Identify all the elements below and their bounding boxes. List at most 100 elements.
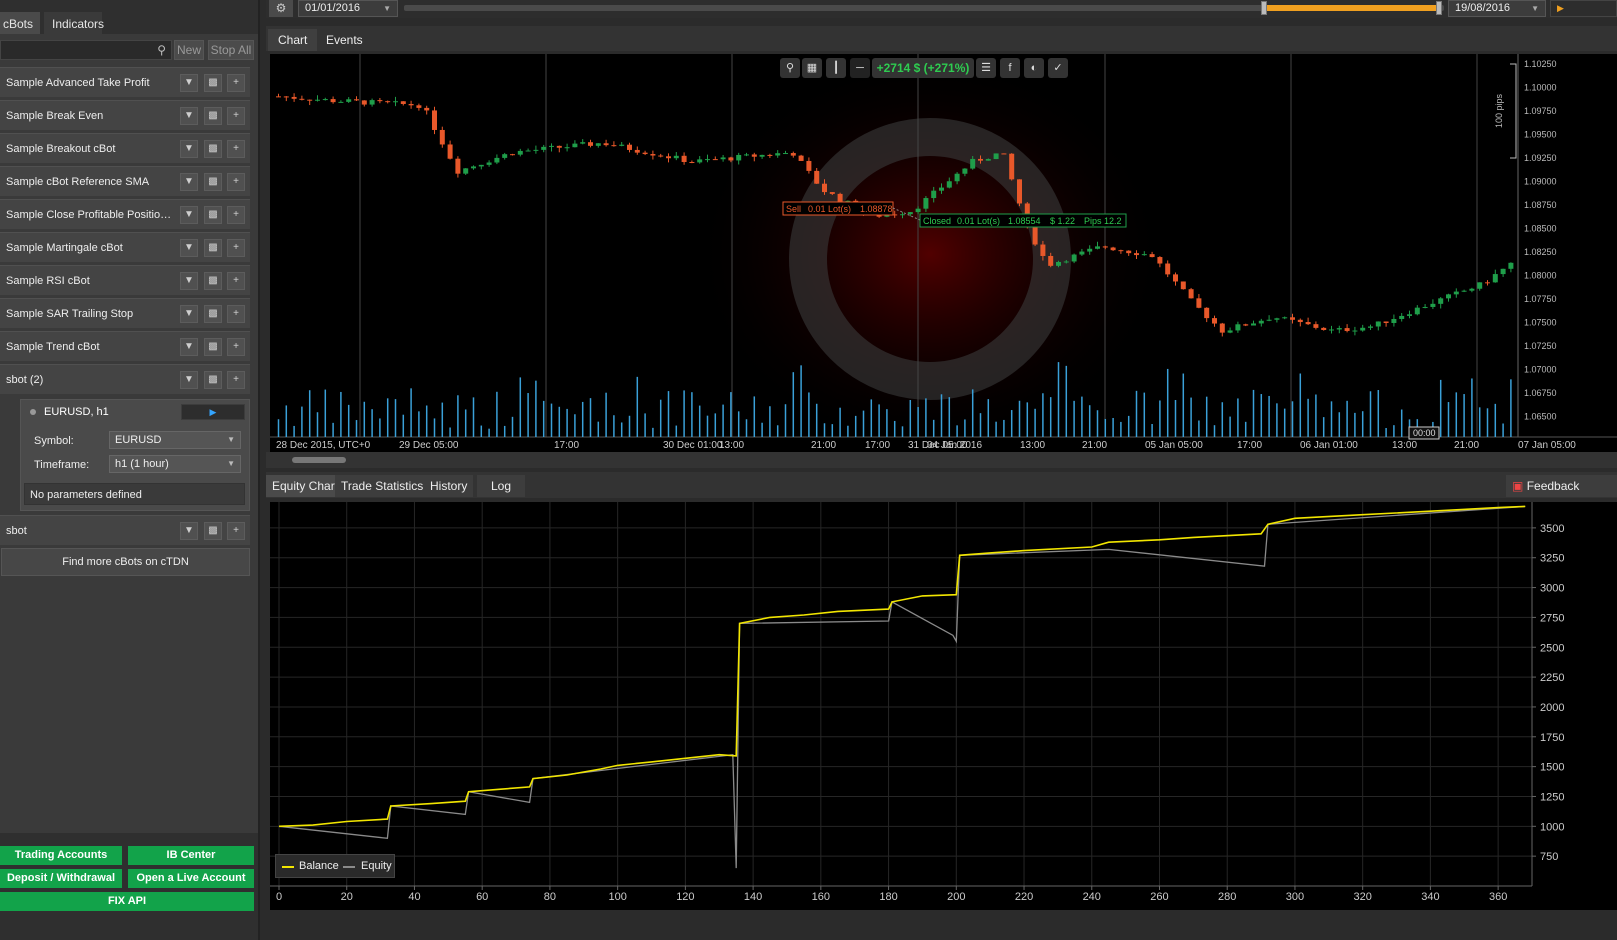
add-instance-icon[interactable]: + bbox=[227, 107, 245, 125]
cbot-row[interactable]: Sample Breakout cBot ▼ ▩ + bbox=[0, 133, 250, 163]
symbol-select[interactable]: EURUSD ▼ bbox=[109, 431, 241, 449]
range-start-handle[interactable] bbox=[1261, 1, 1268, 15]
instances-icon[interactable]: ▩ bbox=[204, 140, 222, 158]
facebook-icon[interactable]: f bbox=[1000, 58, 1020, 78]
timeframe-icon[interactable]: ─ bbox=[850, 58, 870, 78]
tab-cbots[interactable]: cBots bbox=[0, 12, 40, 34]
find-more-cbots-button[interactable]: Find more cBots on cTDN bbox=[1, 548, 250, 576]
cbot-row[interactable]: Sample RSI cBot ▼ ▩ + bbox=[0, 265, 250, 295]
ib-center-button[interactable]: IB Center bbox=[128, 846, 254, 865]
date-range-slider[interactable] bbox=[404, 1, 1444, 15]
instances-icon[interactable]: ▩ bbox=[204, 239, 222, 257]
candle-body bbox=[1321, 327, 1327, 331]
tab-equity-chart[interactable]: Equity Chart bbox=[266, 475, 345, 497]
cbot-row[interactable]: Sample Break Even ▼ ▩ + bbox=[0, 100, 250, 130]
add-instance-icon[interactable]: + bbox=[227, 272, 245, 290]
pips-scale-label: 100 pips bbox=[1494, 93, 1504, 128]
dropdown-icon[interactable]: ▼ bbox=[180, 371, 198, 389]
drawing-icon[interactable]: ✓ bbox=[1048, 58, 1068, 78]
cbot-row[interactable]: Sample Advanced Take Profit ▼ ▩ + bbox=[0, 67, 250, 97]
add-instance-icon[interactable]: + bbox=[227, 522, 245, 540]
from-date-select[interactable]: 01/01/2016 ▼ bbox=[298, 0, 398, 17]
candle-body bbox=[463, 168, 469, 174]
feedback-button[interactable]: ▣ Feedback bbox=[1506, 475, 1617, 497]
new-button[interactable]: New bbox=[174, 40, 204, 60]
cbot-row[interactable]: Sample SAR Trailing Stop ▼ ▩ + bbox=[0, 298, 250, 328]
dropdown-icon[interactable]: ▼ bbox=[180, 107, 198, 125]
instance-header[interactable]: EURUSD, h1 ▶ bbox=[21, 400, 249, 424]
dropdown-icon[interactable]: ▼ bbox=[180, 338, 198, 356]
x-tick-label: 13:00 bbox=[1020, 440, 1045, 451]
add-instance-icon[interactable]: + bbox=[227, 239, 245, 257]
dropdown-icon[interactable]: ▼ bbox=[180, 239, 198, 257]
tab-trade-statistics[interactable]: Trade Statistics bbox=[335, 475, 430, 497]
instances-icon[interactable]: ▩ bbox=[204, 338, 222, 356]
tab-indicators[interactable]: Indicators bbox=[44, 12, 104, 34]
chart-scrollbar[interactable] bbox=[266, 452, 1617, 468]
gear-icon[interactable]: ⚙ bbox=[269, 0, 293, 17]
add-instance-icon[interactable]: + bbox=[227, 206, 245, 224]
list-icon[interactable]: ☰ bbox=[976, 58, 996, 78]
fix-api-button[interactable]: FIX API bbox=[0, 892, 254, 911]
search-input[interactable]: ⚲ bbox=[0, 40, 172, 60]
zoom-icon[interactable]: ⚲ bbox=[780, 58, 800, 78]
play-button[interactable]: ▶ bbox=[181, 404, 245, 420]
to-date-select[interactable]: 19/08/2016 ▼ bbox=[1448, 0, 1546, 17]
price-chart[interactable]: 1.10250 1.10000 1.09750 1.09500 1.09250 1.090… bbox=[270, 54, 1617, 452]
y-tick-label: 2500 bbox=[1540, 642, 1564, 654]
candle-body bbox=[572, 143, 578, 148]
instances-icon[interactable]: ▩ bbox=[204, 74, 222, 92]
candle-body bbox=[603, 143, 609, 146]
stop-all-button[interactable]: Stop All bbox=[208, 40, 254, 60]
equity-chart[interactable]: 750 1000 1250 1500 1750 2000 2250 2500 2750 3000 3… bbox=[270, 502, 1617, 910]
candle-body bbox=[1040, 244, 1046, 256]
tab-log[interactable]: Log bbox=[477, 475, 525, 497]
add-instance-icon[interactable]: + bbox=[227, 74, 245, 92]
dropdown-icon[interactable]: ▼ bbox=[180, 305, 198, 323]
cbot-row[interactable]: Sample Close Profitable Positions... ▼ ▩ + bbox=[0, 199, 250, 229]
cbot-row[interactable]: Sample Martingale cBot ▼ ▩ + bbox=[0, 232, 250, 262]
timeframe-select[interactable]: h1 (1 hour) ▼ bbox=[109, 455, 241, 473]
add-instance-icon[interactable]: + bbox=[227, 173, 245, 191]
instances-icon[interactable]: ▩ bbox=[204, 305, 222, 323]
cbot-row[interactable]: sbot (2) ▼ ▩ + bbox=[0, 364, 250, 394]
closed-trade-closed_pips: Pips 12.2 bbox=[1084, 216, 1122, 226]
tab-chart[interactable]: Chart bbox=[268, 29, 318, 51]
candles-icon[interactable]: ┃ bbox=[826, 58, 846, 78]
candle-body bbox=[705, 159, 710, 161]
instances-icon[interactable]: ▩ bbox=[204, 206, 222, 224]
dropdown-icon[interactable]: ▼ bbox=[180, 206, 198, 224]
dropdown-icon[interactable]: ▼ bbox=[180, 272, 198, 290]
add-instance-icon[interactable]: + bbox=[227, 140, 245, 158]
candle-body bbox=[939, 187, 944, 191]
add-instance-icon[interactable]: + bbox=[227, 371, 245, 389]
tab-events[interactable]: Events bbox=[316, 29, 373, 51]
instances-icon[interactable]: ▩ bbox=[204, 522, 222, 540]
range-end-handle[interactable] bbox=[1435, 1, 1442, 15]
dropdown-icon[interactable]: ▼ bbox=[180, 522, 198, 540]
trading-accounts-button[interactable]: Trading Accounts bbox=[0, 846, 122, 865]
instances-icon[interactable]: ▩ bbox=[204, 371, 222, 389]
dropdown-icon[interactable]: ▼ bbox=[180, 140, 198, 158]
instances-icon[interactable]: ▩ bbox=[204, 107, 222, 125]
cbot-row-sbot[interactable]: sbot ▼ ▩ + bbox=[0, 515, 250, 545]
scrollbar-thumb[interactable] bbox=[292, 457, 346, 463]
cbot-row[interactable]: Sample Trend cBot ▼ ▩ + bbox=[0, 331, 250, 361]
instances-icon[interactable]: ▩ bbox=[204, 173, 222, 191]
chart-settings-icon[interactable]: ▦ bbox=[802, 58, 822, 78]
dropdown-icon[interactable]: ▼ bbox=[180, 74, 198, 92]
price-chart-canvas[interactable]: 1.10250 1.10000 1.09750 1.09500 1.09250 1.090… bbox=[270, 54, 1617, 452]
x-tick-label: 200 bbox=[947, 891, 965, 903]
cbot-row[interactable]: Sample cBot Reference SMA ▼ ▩ + bbox=[0, 166, 250, 196]
x-tick-label: 180 bbox=[879, 891, 897, 903]
add-instance-icon[interactable]: + bbox=[227, 338, 245, 356]
candle-body bbox=[1196, 298, 1202, 308]
deposit-withdrawal-button[interactable]: Deposit / Withdrawal bbox=[0, 869, 122, 888]
dropdown-icon[interactable]: ▼ bbox=[180, 173, 198, 191]
instances-icon[interactable]: ▩ bbox=[204, 272, 222, 290]
play-controls[interactable]: ▶ bbox=[1550, 0, 1617, 17]
color-icon[interactable]: ◐ bbox=[1024, 58, 1044, 78]
tab-history[interactable]: History bbox=[424, 475, 474, 497]
open-live-account-button[interactable]: Open a Live Account bbox=[128, 869, 254, 888]
add-instance-icon[interactable]: + bbox=[227, 305, 245, 323]
